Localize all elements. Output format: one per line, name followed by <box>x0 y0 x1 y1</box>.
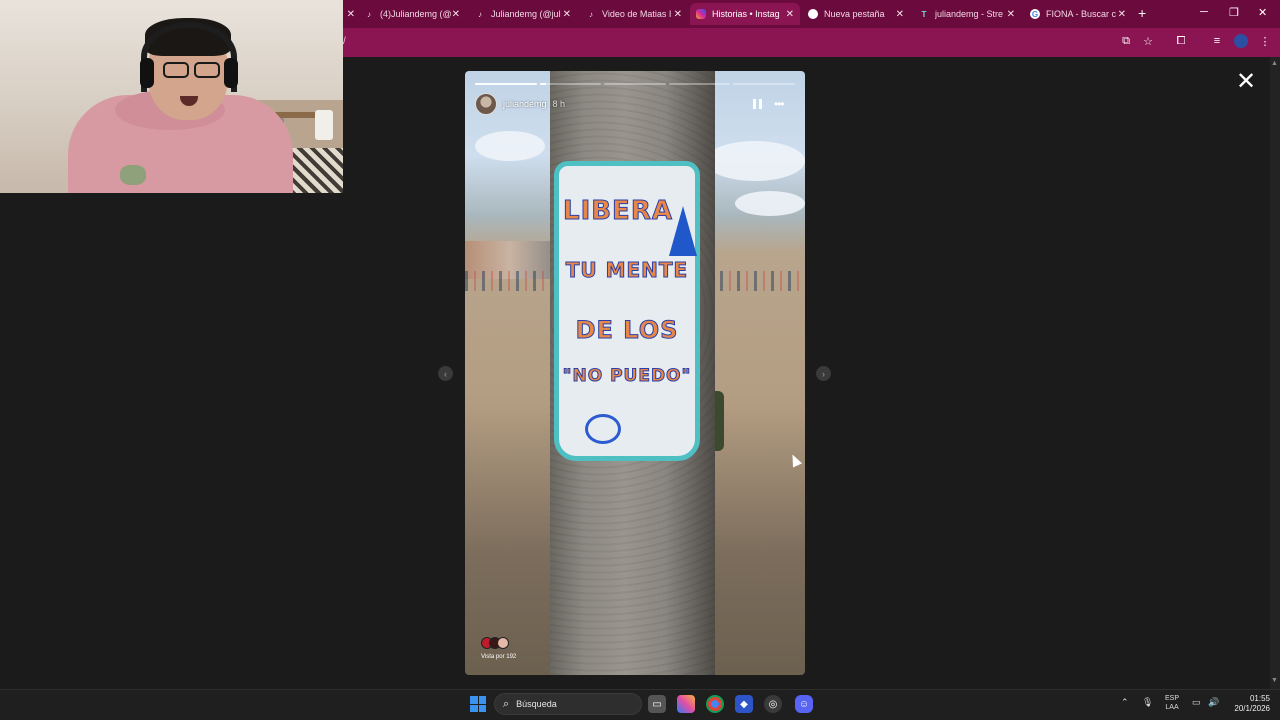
next-story-button[interactable]: › <box>816 366 831 381</box>
clock-date: 20/1/2026 <box>1234 704 1270 713</box>
tab-title: Historias • Instag <box>712 9 780 19</box>
instagram-icon <box>696 9 706 19</box>
bookmark-star-icon[interactable]: ☆ <box>1140 33 1156 49</box>
sign-line-4: "NO PUEDO" <box>562 366 692 387</box>
tab-tiktok-3[interactable]: ♪ Video de Matias I ✕ <box>580 3 688 25</box>
tab-streamer[interactable]: T juliandemg - Stre ✕ <box>913 3 1021 25</box>
close-tab-icon[interactable]: ✕ <box>452 9 460 20</box>
system-clock[interactable]: 01:55 20/1/2026 <box>1226 694 1270 714</box>
tab-title: Video de Matias I <box>602 9 672 19</box>
close-tab-icon[interactable]: ✕ <box>674 9 682 20</box>
tab-title: Juliandemg (@jul <box>491 9 561 19</box>
minimize-icon[interactable]: ─ <box>1200 6 1208 18</box>
story-progress-bar <box>475 83 795 85</box>
tiktok-icon: ♪ <box>367 9 371 19</box>
tray-chevron-icon[interactable]: ⌃ <box>1121 697 1129 708</box>
tab-title: juliandemg - Stre <box>935 9 1004 19</box>
close-tab-icon[interactable]: ✕ <box>563 9 571 20</box>
close-story-button[interactable]: ✕ <box>1236 70 1256 94</box>
search-icon: ⌕ <box>503 697 510 710</box>
seen-by-count[interactable]: Vista por 192 <box>481 654 516 660</box>
sign-line-2: TU MENTE <box>565 258 689 283</box>
roblox-icon[interactable]: ◆ <box>735 695 753 713</box>
volume-icon[interactable]: 🔊 <box>1208 697 1219 708</box>
scrollbar[interactable]: ▲ ▼ <box>1270 57 1280 689</box>
lang-bottom: LAA <box>1165 704 1179 711</box>
search-placeholder: Búsqueda <box>516 699 557 709</box>
media-controls-icon[interactable]: ≡ <box>1209 33 1225 49</box>
pause-icon[interactable] <box>753 99 763 109</box>
story-time: 8 h <box>552 99 566 109</box>
tab-title: (4)Juliandemg (@ <box>380 9 452 19</box>
discord-icon[interactable]: ☺ <box>795 695 813 713</box>
progress-segment <box>733 83 795 85</box>
close-tab-icon[interactable]: ✕ <box>896 9 904 20</box>
new-tab-button[interactable]: + <box>1138 5 1146 21</box>
obs-icon[interactable]: ◎ <box>764 695 782 713</box>
tab-new-tab[interactable]: Nueva pestaña ✕ <box>802 3 910 25</box>
story-username[interactable]: juliandemg <box>503 99 547 109</box>
task-view-icon[interactable]: ▭ <box>648 695 666 713</box>
user-avatar[interactable] <box>475 93 497 115</box>
progress-segment <box>668 83 731 85</box>
tiktok-icon: ♪ <box>478 9 482 19</box>
close-tab-icon[interactable]: ✕ <box>1118 9 1126 20</box>
scroll-down-icon[interactable]: ▼ <box>1271 677 1278 684</box>
google-icon: G <box>1030 9 1040 19</box>
clock-time: 01:55 <box>1249 694 1270 703</box>
progress-segment <box>604 83 666 85</box>
tiktok-icon: ♪ <box>589 9 593 19</box>
install-app-icon[interactable]: ⧉ <box>1118 33 1134 49</box>
sign-line-3: DE LOS <box>575 316 679 345</box>
extensions-icon[interactable]: ⧠ <box>1173 33 1189 49</box>
chrome-icon <box>808 9 818 19</box>
progress-segment <box>539 83 602 85</box>
progress-segment <box>475 83 537 85</box>
language-indicator[interactable]: ESP LAA <box>1165 694 1179 712</box>
progress-fill <box>539 83 546 85</box>
story-header: juliandemg 8 h <box>475 93 565 115</box>
microphone-icon[interactable]: 🎙 <box>1142 697 1153 708</box>
scroll-up-icon[interactable]: ▲ <box>1271 60 1278 67</box>
flower-doodle <box>585 414 621 444</box>
webcam-overlay <box>0 0 343 193</box>
tab-tiktok-1[interactable]: ♪ (4)Juliandemg (@ ✕ <box>358 3 466 25</box>
close-window-icon[interactable]: ✕ <box>1258 6 1267 19</box>
lang-top: ESP <box>1165 695 1180 702</box>
tab-close-partial[interactable]: ✕ <box>343 3 355 25</box>
chrome-taskbar-icon[interactable] <box>706 695 724 713</box>
close-tab-icon[interactable]: ✕ <box>1007 9 1015 20</box>
sign-line-1: LIBERA <box>563 196 673 227</box>
tab-instagram-stories[interactable]: Historias • Instag ✕ <box>690 3 800 25</box>
tab-google-search[interactable]: G FIONA - Buscar c ✕ <box>1024 3 1132 25</box>
more-options-icon[interactable]: ••• <box>774 98 785 110</box>
painted-sign: LIBERA TU MENTE DE LOS "NO PUEDO" <box>554 161 700 461</box>
story-viewer[interactable]: LIBERA TU MENTE DE LOS "NO PUEDO" julian… <box>465 71 805 675</box>
restore-icon[interactable]: ❐ <box>1229 6 1239 19</box>
previous-story-button[interactable]: ‹ <box>438 366 453 381</box>
tab-title: FIONA - Buscar c <box>1046 9 1117 19</box>
windows-start-icon[interactable] <box>470 696 486 712</box>
profile-avatar[interactable] <box>1233 33 1249 49</box>
tab-title: Nueva pestaña <box>824 9 885 19</box>
streamer-icon: T <box>921 9 927 19</box>
viewers-avatars[interactable] <box>481 637 509 649</box>
tab-tiktok-2[interactable]: ♪ Juliandemg (@jul ✕ <box>469 3 577 25</box>
menu-kebab-icon[interactable]: ⋮ <box>1257 33 1273 49</box>
address-bar-fragment[interactable]: / <box>343 36 346 47</box>
taskbar-search[interactable]: ⌕ Búsqueda <box>494 693 642 715</box>
close-tab-icon[interactable]: ✕ <box>786 9 794 20</box>
copilot-icon[interactable] <box>677 695 695 713</box>
network-icon[interactable]: ▭ <box>1192 697 1201 708</box>
